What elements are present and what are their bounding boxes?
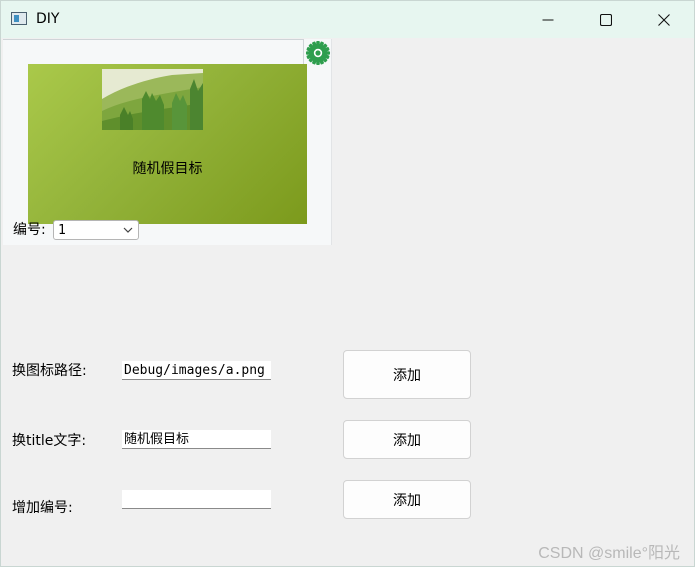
add-icon-path-button[interactable]: 添加	[343, 350, 471, 399]
add-number-label: 增加编号:	[12, 500, 73, 516]
maximize-icon	[600, 13, 612, 26]
panel-border-edge	[303, 39, 304, 65]
chevron-down-icon	[123, 227, 133, 233]
close-icon	[658, 13, 670, 26]
target-card[interactable]: 随机假目标	[28, 64, 307, 224]
minimize-icon	[542, 19, 554, 20]
gear-icon[interactable]	[305, 40, 331, 66]
close-button[interactable]	[635, 1, 693, 38]
title-text-label: 换title文字:	[12, 433, 87, 449]
forest-hill-image	[102, 69, 203, 130]
panel-border	[3, 39, 303, 40]
minimize-button[interactable]	[519, 1, 577, 38]
title-text-input[interactable]: 随机假目标	[122, 430, 271, 449]
add-title-button[interactable]: 添加	[343, 420, 471, 459]
app-window: DIY 随机假目标 编号: 1 换图标路径: Debug/images/a.pn…	[0, 0, 695, 567]
window-title: DIY	[36, 11, 60, 27]
icon-path-label: 换图标路径:	[12, 363, 87, 379]
window-app-icon	[11, 12, 27, 25]
maximize-button[interactable]	[577, 1, 635, 38]
number-select[interactable]: 1	[53, 220, 139, 240]
number-select-value: 1	[58, 223, 66, 238]
watermark: CSDN @smile°阳光	[538, 545, 680, 562]
add-number-button[interactable]: 添加	[343, 480, 471, 519]
icon-path-input[interactable]: Debug/images/a.png	[122, 361, 271, 380]
title-bar[interactable]: DIY	[1, 1, 694, 38]
target-card-panel: 随机假目标 编号: 1	[3, 39, 332, 245]
number-label: 编号:	[13, 222, 46, 238]
add-number-input[interactable]	[122, 490, 271, 509]
card-title: 随机假目标	[132, 161, 203, 177]
